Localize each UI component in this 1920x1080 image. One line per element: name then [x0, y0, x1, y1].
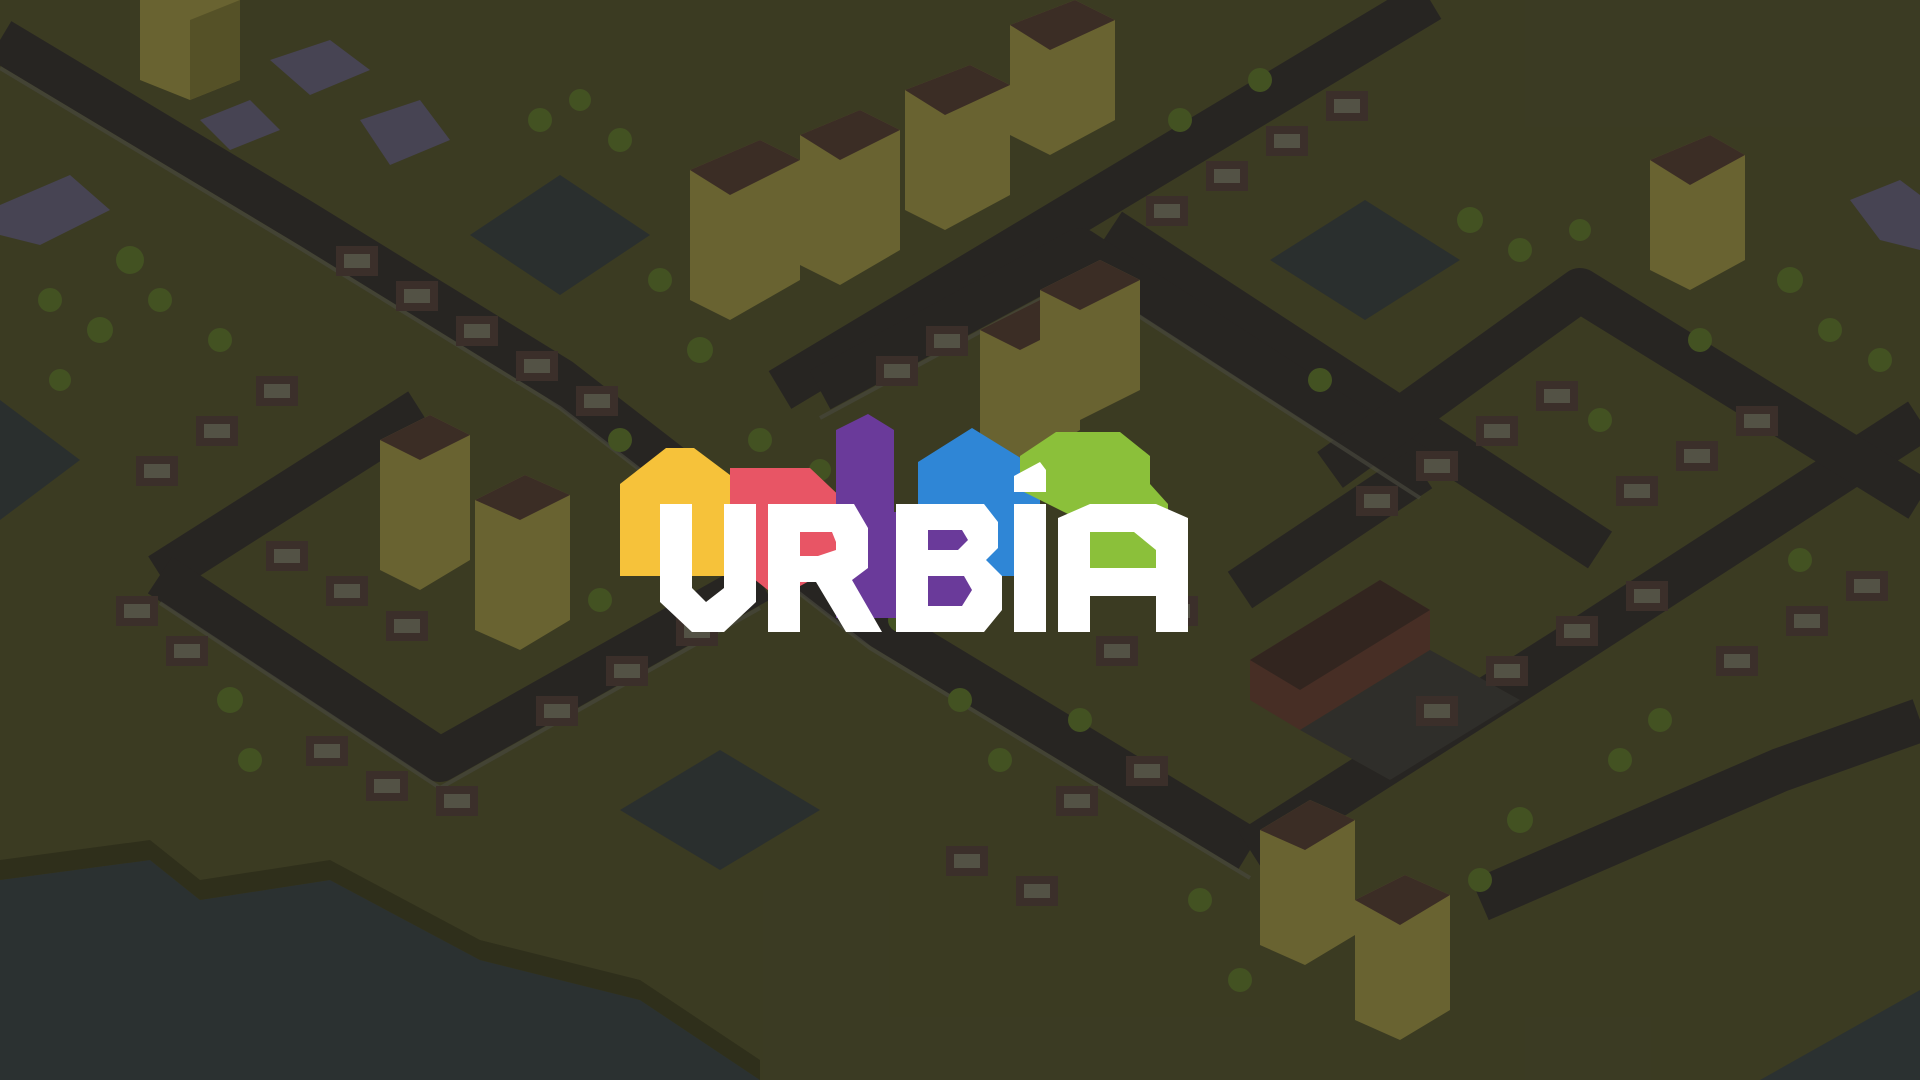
logo-letter-r [768, 504, 882, 632]
urbia-logo: URBIA [600, 400, 1280, 690]
logo-letter-b [896, 504, 1002, 632]
logo-artwork [620, 414, 1188, 632]
logo-letter-i [1014, 504, 1046, 632]
